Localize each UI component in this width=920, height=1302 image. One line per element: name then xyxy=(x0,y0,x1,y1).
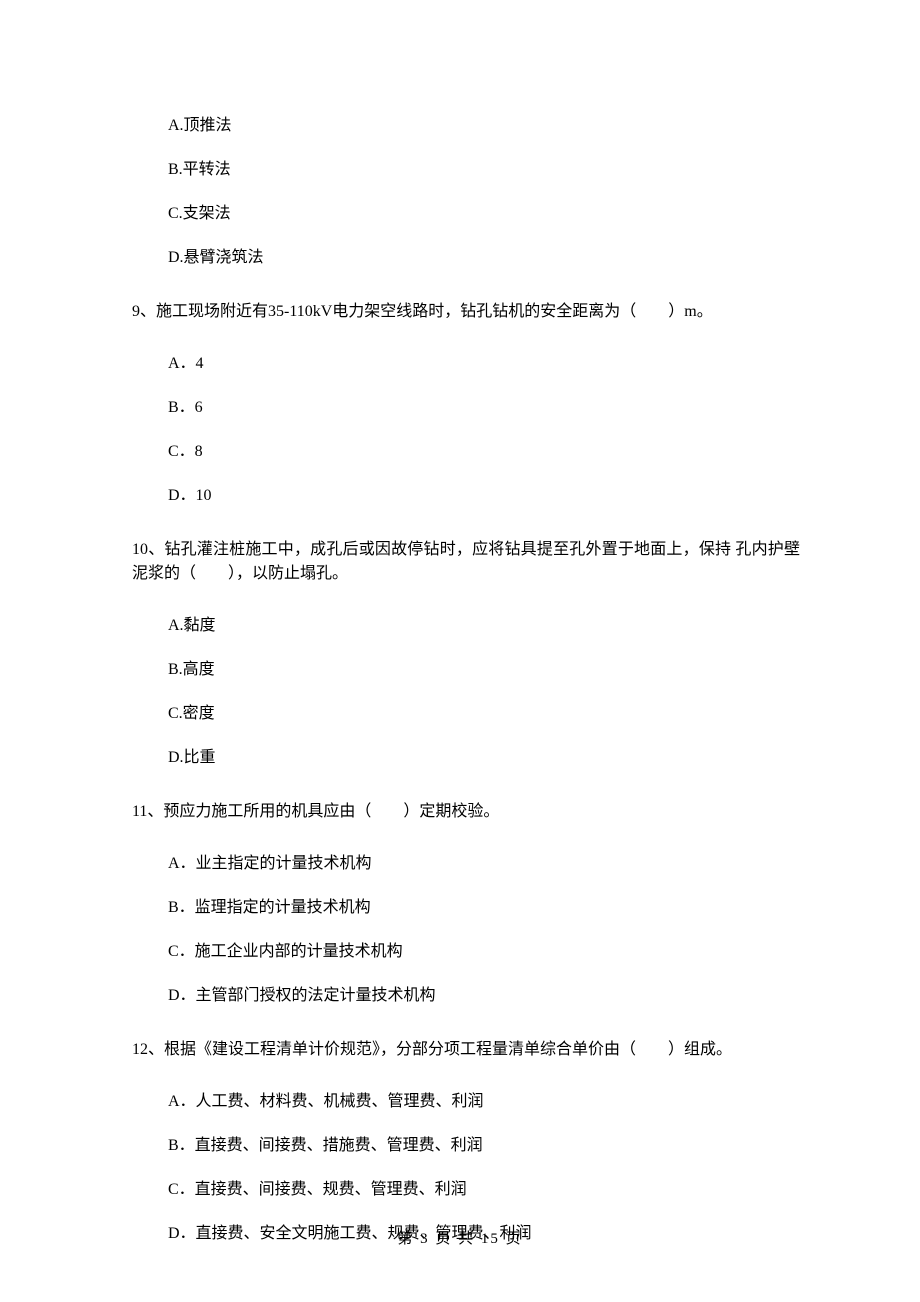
option-b: B．6 xyxy=(168,396,800,420)
question-11-stem: 11、预应力施工所用的机具应由（ ）定期校验。 xyxy=(132,800,800,824)
option-c: C．直接费、间接费、规费、管理费、利润 xyxy=(168,1178,800,1202)
option-b: B.高度 xyxy=(168,658,800,682)
option-c: C.密度 xyxy=(168,702,800,726)
option-c: C．施工企业内部的计量技术机构 xyxy=(168,940,800,964)
page: A.顶推法 B.平转法 C.支架法 D.悬臂浇筑法 9、施工现场附近有35-11… xyxy=(0,0,920,1302)
option-c: C.支架法 xyxy=(168,202,800,226)
option-a: A.顶推法 xyxy=(168,114,800,138)
option-c: C．8 xyxy=(168,440,800,464)
question-11-options: A．业主指定的计量技术机构 B．监理指定的计量技术机构 C．施工企业内部的计量技… xyxy=(132,852,800,1008)
question-9-stem: 9、施工现场附近有35-110kV电力架空线路时，钻孔钻机的安全距离为（ ）m。 xyxy=(132,300,800,324)
question-12-options: A．人工费、材料费、机械费、管理费、利润 B．直接费、间接费、措施费、管理费、利… xyxy=(132,1090,800,1246)
question-prev-options: A.顶推法 B.平转法 C.支架法 D.悬臂浇筑法 xyxy=(132,114,800,270)
option-b: B．直接费、间接费、措施费、管理费、利润 xyxy=(168,1134,800,1158)
question-10-stem: 10、钻孔灌注桩施工中，成孔后或因故停钻时，应将钻具提至孔外置于地面上，保持 孔… xyxy=(132,538,800,586)
option-a: A．人工费、材料费、机械费、管理费、利润 xyxy=(168,1090,800,1114)
option-d: D．10 xyxy=(168,484,800,508)
option-a: A．4 xyxy=(168,352,800,376)
question-10-options: A.黏度 B.高度 C.密度 D.比重 xyxy=(132,614,800,770)
page-footer: 第 3 页 共 15 页 xyxy=(0,1228,920,1251)
option-d: D.比重 xyxy=(168,746,800,770)
question-12-stem: 12、根据《建设工程清单计价规范》，分部分项工程量清单综合单价由（ ）组成。 xyxy=(132,1038,800,1062)
option-b: B.平转法 xyxy=(168,158,800,182)
option-a: A.黏度 xyxy=(168,614,800,638)
option-d: D.悬臂浇筑法 xyxy=(168,246,800,270)
question-9-options: A．4 B．6 C．8 D．10 xyxy=(132,352,800,508)
option-a: A．业主指定的计量技术机构 xyxy=(168,852,800,876)
option-b: B．监理指定的计量技术机构 xyxy=(168,896,800,920)
option-d: D．主管部门授权的法定计量技术机构 xyxy=(168,984,800,1008)
